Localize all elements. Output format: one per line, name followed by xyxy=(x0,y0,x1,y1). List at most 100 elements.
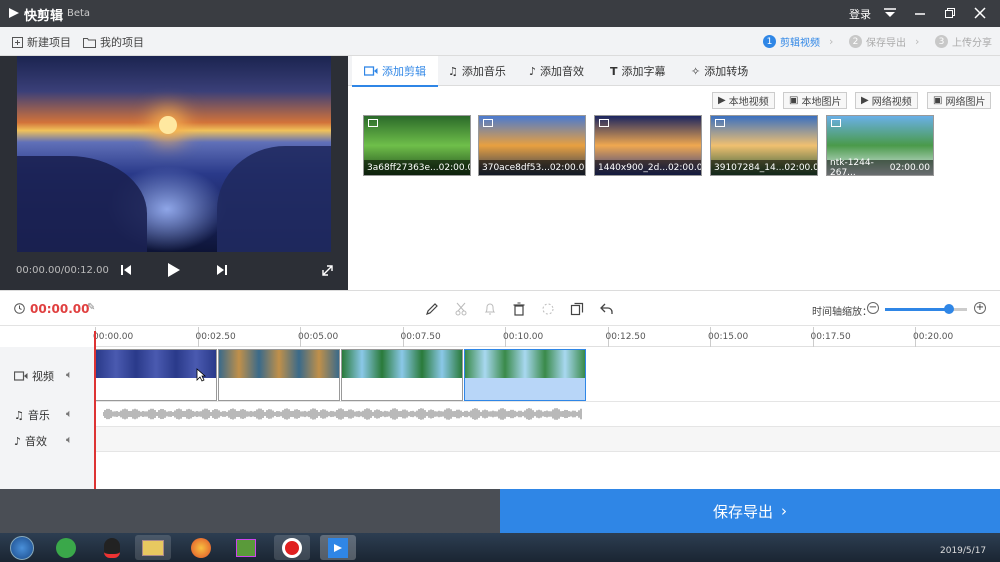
local-image-button[interactable]: ▣ 本地图片 xyxy=(783,92,848,109)
media-caption: 370ace8df53...02:00.00 xyxy=(479,160,585,175)
source-label: 本地视频 xyxy=(728,97,769,108)
image-icon: ▣ xyxy=(789,95,799,106)
speaker-icon[interactable]: 🔈︎ xyxy=(66,407,73,421)
video-icon: ▶ xyxy=(861,95,869,106)
preview-time: 00:00.00/00:12.00 xyxy=(16,265,109,276)
tab-add-music[interactable]: ♫ 添加音乐 xyxy=(436,56,518,86)
media-duration: 02:00.00 xyxy=(784,162,817,173)
close-icon[interactable] xyxy=(970,4,990,22)
edit-time-icon[interactable]: ✎ xyxy=(87,302,95,313)
scissors-icon[interactable] xyxy=(452,300,470,318)
zoom-in-icon[interactable]: + xyxy=(974,302,986,314)
bell-icon[interactable] xyxy=(481,300,499,318)
fullscreen-icon[interactable] xyxy=(318,261,336,279)
save-export-button[interactable]: 保存导出 › xyxy=(500,489,1000,533)
sfx-track-label: ♪ 音效 xyxy=(14,433,47,449)
my-projects-button[interactable]: 我的项目 xyxy=(83,34,144,50)
ruler-tick-label: 00:10.00 xyxy=(503,332,544,342)
ruler-tick-label: 00:05.00 xyxy=(298,332,339,342)
step-edit-video[interactable]: 1 剪辑视频 xyxy=(763,34,820,49)
tab-add-clip[interactable]: 添加剪辑 xyxy=(352,56,438,87)
trash-icon[interactable] xyxy=(510,300,528,318)
media-thumbnail[interactable]: 1440x900_2d...02:00.00 xyxy=(594,115,702,176)
ruler-tick-label: 00:17.50 xyxy=(810,332,851,342)
app-logo-icon xyxy=(9,8,19,18)
transition-icon: ✧ xyxy=(691,64,701,78)
video-clip[interactable] xyxy=(341,349,463,401)
pencil-icon[interactable] xyxy=(423,300,441,318)
ruler-tick-label: 00:20.00 xyxy=(913,332,954,342)
login-link[interactable]: 登录 xyxy=(849,6,871,22)
tab-add-sound-effect[interactable]: ♪ 添加音效 xyxy=(517,56,596,86)
copy-icon[interactable] xyxy=(568,300,586,318)
menu-dropdown-icon[interactable] xyxy=(880,4,900,22)
video-clip[interactable] xyxy=(218,349,340,401)
video-camera-icon xyxy=(14,371,28,381)
image-icon xyxy=(483,119,493,127)
zoom-out-icon[interactable]: − xyxy=(867,302,879,314)
zoom-label: 时间轴缩放： xyxy=(812,307,872,318)
previous-frame-icon[interactable] xyxy=(117,261,135,279)
speaker-icon[interactable]: 🔈︎ xyxy=(66,368,73,382)
minimize-icon[interactable] xyxy=(910,4,930,22)
next-frame-icon[interactable] xyxy=(213,261,231,279)
clip-filmstrip xyxy=(219,350,339,378)
timeline-ruler[interactable]: 00:00.00 00:02.50 00:05.00 00:07.50 00:10.00… xyxy=(93,327,1000,347)
video-clip[interactable] xyxy=(464,349,586,401)
crop-icon[interactable] xyxy=(539,300,557,318)
zoom-slider-fill xyxy=(885,308,949,311)
new-project-button[interactable]: 新建项目 xyxy=(12,34,71,50)
music-waveform[interactable] xyxy=(103,404,585,424)
taskbar-app-icon[interactable] xyxy=(48,535,84,560)
image-icon xyxy=(715,119,725,127)
taskbar-qq-icon[interactable] xyxy=(94,535,130,560)
clip-filmstrip xyxy=(342,350,462,378)
taskbar-firefox-icon[interactable] xyxy=(183,535,219,560)
plus-square-icon xyxy=(12,36,23,48)
taskbar-app-icon[interactable] xyxy=(228,535,264,560)
step-label: 上传分享 xyxy=(952,38,992,49)
local-video-button[interactable]: ▶ 本地视频 xyxy=(712,92,775,109)
media-thumbnail[interactable]: 3a68ff27363e...02:00.00 xyxy=(363,115,471,176)
zoom-slider-handle[interactable] xyxy=(944,304,954,314)
tab-label: 添加字幕 xyxy=(621,65,666,78)
clock-icon xyxy=(14,303,25,314)
my-projects-label: 我的项目 xyxy=(100,36,144,49)
undo-icon[interactable] xyxy=(598,300,616,318)
title-bar: 快剪辑 Beta 登录 xyxy=(0,0,1000,27)
taskbar-date: 2019/5/17 xyxy=(940,546,987,556)
clip-filmstrip xyxy=(465,350,585,378)
web-video-button[interactable]: ▶ 网络视频 xyxy=(855,92,918,109)
taskbar-record-icon[interactable] xyxy=(274,535,310,560)
play-icon[interactable] xyxy=(165,261,183,279)
music-track-label: ♫ 音乐 xyxy=(14,407,50,423)
web-image-button[interactable]: ▣ 网络图片 xyxy=(927,92,992,109)
image-icon xyxy=(831,119,841,127)
preview-image xyxy=(17,56,331,252)
media-duration: 02:00.00 xyxy=(667,162,702,173)
restore-icon[interactable] xyxy=(940,4,960,22)
media-thumbnail[interactable]: 39107284_14...02:00.00 xyxy=(710,115,818,176)
tab-label: 添加音乐 xyxy=(461,65,506,78)
media-name: 370ace8df53... xyxy=(482,162,550,173)
folder-icon xyxy=(83,37,96,48)
app-badge: Beta xyxy=(67,8,91,19)
edit-toolbar: 00:00.00 ✎ 时间轴缩放： − + xyxy=(0,290,1000,326)
playhead[interactable] xyxy=(94,331,96,489)
image-icon xyxy=(599,119,609,127)
source-label: 本地图片 xyxy=(801,97,842,108)
tab-add-transition[interactable]: ✧ 添加转场 xyxy=(679,56,760,86)
tab-add-subtitle[interactable]: T 添加字幕 xyxy=(598,56,678,86)
media-thumbnail[interactable]: 370ace8df53...02:00.00 xyxy=(478,115,586,176)
chevron-right-icon: › xyxy=(781,502,787,520)
media-caption: 3a68ff27363e...02:00.00 xyxy=(364,160,470,175)
track-name: 音乐 xyxy=(27,409,50,422)
step-save-export[interactable]: 2 保存导出 xyxy=(849,34,906,49)
taskbar-explorer-icon[interactable] xyxy=(135,535,171,560)
media-thumbnail[interactable]: ntk-1244-267... 02:00.00 xyxy=(826,115,934,176)
step-upload-share[interactable]: 3 上传分享 xyxy=(935,34,992,49)
save-export-label: 保存导出 xyxy=(712,502,773,521)
taskbar-kuaijianji-icon[interactable] xyxy=(320,535,356,560)
speaker-icon[interactable]: 🔈︎ xyxy=(66,433,73,447)
start-button[interactable] xyxy=(4,535,40,560)
